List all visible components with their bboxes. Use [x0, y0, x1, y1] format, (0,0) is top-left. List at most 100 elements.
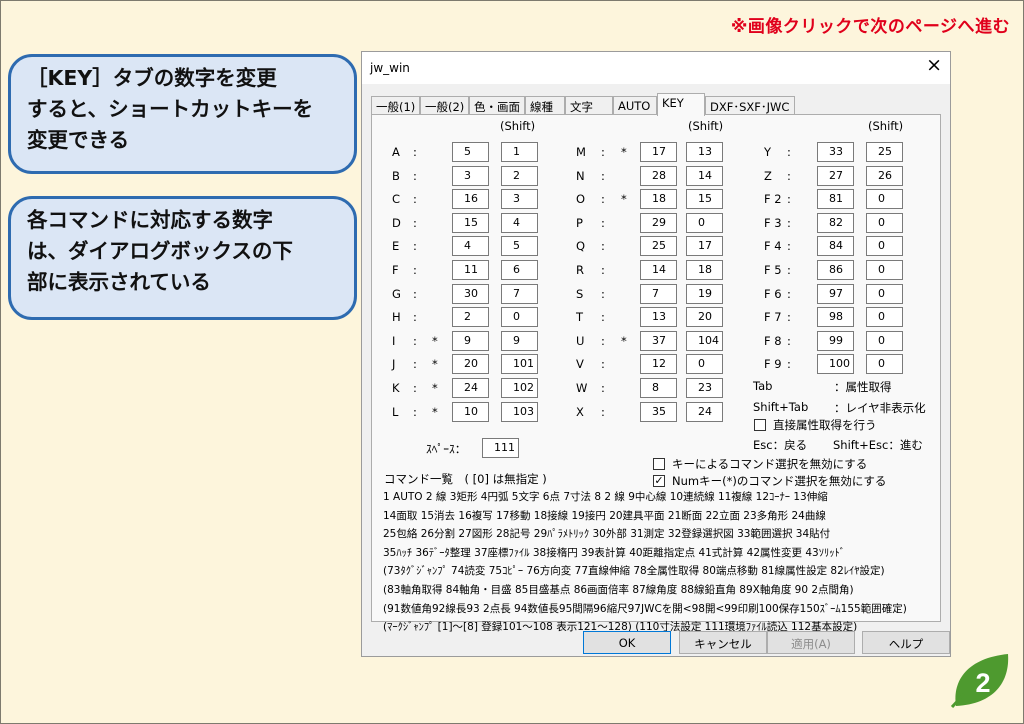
shift-key-command-field[interactable]: 18: [686, 260, 723, 280]
shift-key-command-field[interactable]: 13: [686, 142, 723, 162]
cancel-button[interactable]: キャンセル: [679, 631, 767, 654]
dialog-title: jw_win: [370, 61, 410, 75]
shift-key-command-field[interactable]: 20: [686, 307, 723, 328]
direct-attr-checkbox[interactable]: [754, 419, 766, 431]
key-command-field[interactable]: 24: [452, 378, 489, 398]
next-page-note[interactable]: ※画像クリックで次のページへ進む: [731, 12, 1010, 37]
shift-key-command-field[interactable]: 5: [501, 236, 538, 257]
shift-key-command-field[interactable]: 14: [686, 165, 723, 186]
key-command-field[interactable]: 10: [452, 401, 489, 422]
key-label: V: [576, 357, 584, 372]
key-command-field[interactable]: 82: [817, 212, 854, 233]
callout-line: は、ダイアログボックスの下: [27, 239, 293, 263]
key-command-field[interactable]: 3: [452, 165, 489, 186]
key-command-field[interactable]: 18: [640, 189, 677, 210]
key-command-field[interactable]: 16: [452, 189, 489, 210]
key-command-field[interactable]: 84: [817, 236, 854, 257]
disable-key-cmd-checkbox[interactable]: [653, 458, 665, 470]
key-command-field[interactable]: 5: [452, 142, 489, 162]
tab-2[interactable]: 色・画面: [469, 96, 525, 115]
shift-key-command-field[interactable]: 19: [686, 283, 723, 304]
help-button[interactable]: ヘルプ: [862, 631, 950, 654]
key-command-field[interactable]: 20: [452, 354, 489, 375]
key-command-field[interactable]: 25: [640, 236, 677, 257]
callout-line: 各コマンドに対応する数字: [27, 208, 273, 232]
key-command-field[interactable]: 29: [640, 212, 677, 233]
shift-key-command-field[interactable]: 3: [501, 189, 538, 210]
key-command-field[interactable]: 9: [452, 330, 489, 351]
num-key-label: Numキー(*)のコマンド選択を無効にする: [672, 474, 887, 488]
key-command-field[interactable]: 28: [640, 165, 677, 186]
tab-1[interactable]: 一般(2): [420, 96, 469, 115]
apply-button[interactable]: 適用(A): [767, 631, 855, 654]
shift-key-command-field[interactable]: 0: [866, 354, 903, 375]
shift-key-command-field[interactable]: 0: [686, 212, 723, 233]
num-key-checkbox[interactable]: ✓: [653, 475, 665, 487]
shift-key-command-field[interactable]: 24: [686, 401, 723, 422]
shift-key-command-field[interactable]: 0: [866, 189, 903, 210]
tab-5[interactable]: AUTO: [613, 96, 657, 115]
key-command-field[interactable]: 4: [452, 236, 489, 257]
key-command-field[interactable]: 12: [640, 354, 677, 375]
key-colon: :: [787, 333, 791, 348]
tab-4[interactable]: 文字: [565, 96, 613, 115]
key-command-field[interactable]: 7: [640, 283, 677, 304]
shift-key-command-field[interactable]: 0: [501, 307, 538, 328]
close-icon[interactable]: ×: [926, 56, 942, 75]
key-label: F 8: [764, 333, 782, 348]
tab-3[interactable]: 線種: [525, 96, 565, 115]
space-value-field[interactable]: 111: [482, 438, 519, 458]
key-command-field[interactable]: 37: [640, 330, 677, 351]
shift-header-1: (Shift): [500, 119, 536, 133]
shift-key-command-field[interactable]: 103: [501, 401, 538, 422]
key-command-field[interactable]: 35: [640, 401, 677, 422]
key-command-field[interactable]: 99: [817, 330, 854, 351]
shift-key-command-field[interactable]: 6: [501, 260, 538, 280]
key-command-field[interactable]: 17: [640, 142, 677, 162]
tab-info-value: ：レイヤ非表示化: [834, 401, 926, 415]
key-command-field[interactable]: 98: [817, 307, 854, 328]
shift-key-command-field[interactable]: 15: [686, 189, 723, 210]
shift-key-command-field[interactable]: 17: [686, 236, 723, 257]
key-colon: :: [787, 263, 791, 277]
key-label: P: [576, 215, 583, 230]
shift-key-command-field[interactable]: 9: [501, 330, 538, 351]
shift-key-command-field[interactable]: 0: [866, 283, 903, 304]
shift-key-command-field[interactable]: 101: [501, 354, 538, 375]
key-command-field[interactable]: 15: [452, 212, 489, 233]
key-command-field[interactable]: 100: [817, 354, 854, 375]
shift-key-command-field[interactable]: 25: [866, 142, 903, 162]
key-command-field[interactable]: 81: [817, 189, 854, 210]
tab-0[interactable]: 一般(1): [371, 96, 420, 115]
shift-key-command-field[interactable]: 0: [866, 236, 903, 257]
shift-key-command-field[interactable]: 104: [686, 330, 723, 351]
key-label: H: [392, 310, 401, 325]
ok-button[interactable]: OK: [583, 631, 671, 654]
shift-key-command-field[interactable]: 2: [501, 165, 538, 186]
shift-key-command-field[interactable]: 7: [501, 283, 538, 304]
tab-7[interactable]: DXF･SXF･JWC: [705, 96, 795, 115]
callout-line: すると、ショートカットキーを: [27, 97, 314, 121]
shift-key-command-field[interactable]: 0: [866, 260, 903, 280]
shift-key-command-field[interactable]: 1: [501, 142, 538, 162]
key-command-field[interactable]: 33: [817, 142, 854, 162]
shift-key-command-field[interactable]: 26: [866, 165, 903, 186]
key-command-field[interactable]: 11: [452, 260, 489, 280]
tab-6[interactable]: KEY: [657, 93, 705, 116]
shift-key-command-field[interactable]: 0: [686, 354, 723, 375]
shift-key-command-field[interactable]: 23: [686, 378, 723, 398]
key-command-field[interactable]: 13: [640, 307, 677, 328]
key-command-field[interactable]: 2: [452, 307, 489, 328]
key-command-field[interactable]: 30: [452, 283, 489, 304]
shift-key-command-field[interactable]: 0: [866, 307, 903, 328]
shift-key-command-field[interactable]: 0: [866, 212, 903, 233]
key-command-field[interactable]: 14: [640, 260, 677, 280]
key-command-field[interactable]: 27: [817, 165, 854, 186]
shift-key-command-field[interactable]: 4: [501, 212, 538, 233]
shift-key-command-field[interactable]: 102: [501, 378, 538, 398]
key-colon: :: [413, 404, 417, 419]
shift-key-command-field[interactable]: 0: [866, 330, 903, 351]
key-command-field[interactable]: 86: [817, 260, 854, 280]
key-command-field[interactable]: 97: [817, 283, 854, 304]
key-command-field[interactable]: 8: [640, 378, 677, 398]
